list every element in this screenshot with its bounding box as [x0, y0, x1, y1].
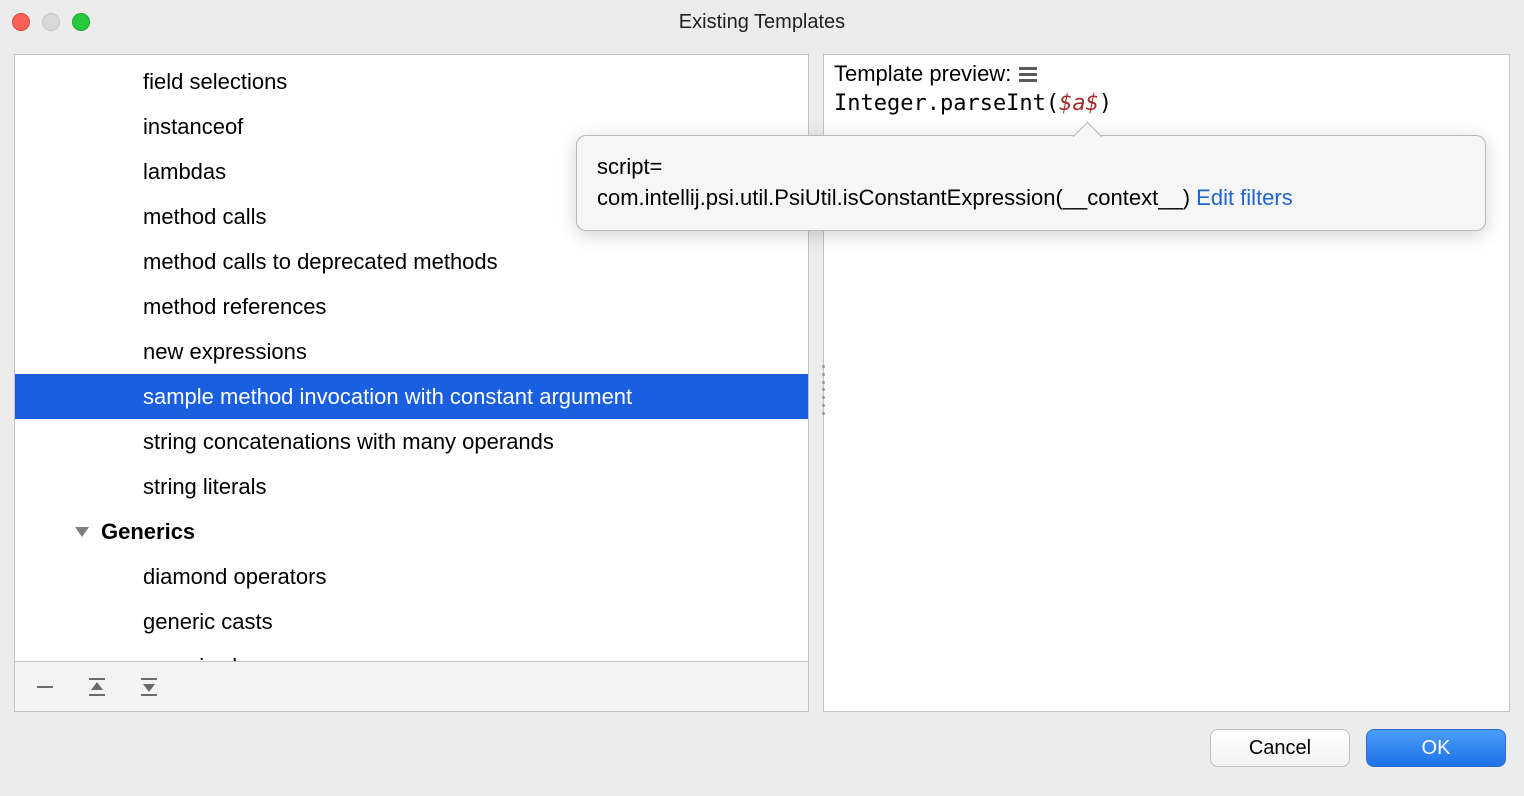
tree-toolbar [15, 661, 808, 711]
expand-all-icon[interactable] [83, 673, 111, 701]
tree-item[interactable]: generic casts [15, 599, 808, 644]
splitter-handle[interactable] [819, 365, 827, 415]
ok-button[interactable]: OK [1366, 729, 1506, 767]
chevron-down-icon [75, 527, 89, 537]
content-area: field selections instanceof lambdas meth… [0, 44, 1524, 712]
tooltip-line1: script= [597, 152, 1465, 183]
tree-item-selected[interactable]: sample method invocation with constant a… [15, 374, 808, 419]
window-title: Existing Templates [679, 11, 845, 34]
code-variable: $a$ [1059, 91, 1099, 116]
tree-item[interactable]: field selections [15, 59, 808, 104]
tree-item[interactable]: diamond operators [15, 554, 808, 599]
minimize-window-button[interactable] [42, 13, 60, 31]
code-suffix: ) [1099, 91, 1112, 116]
cancel-button[interactable]: Cancel [1210, 729, 1350, 767]
preview-label: Template preview: [834, 61, 1011, 87]
close-window-button[interactable] [12, 13, 30, 31]
tooltip-script-text: com.intellij.psi.util.PsiUtil.isConstant… [597, 185, 1190, 210]
preview-header: Template preview: [834, 61, 1499, 87]
filter-tooltip: script= com.intellij.psi.util.PsiUtil.is… [576, 135, 1486, 231]
edit-filters-link[interactable]: Edit filters [1196, 185, 1293, 210]
maximize-window-button[interactable] [72, 13, 90, 31]
preview-panel: Template preview: Integer.parseInt($a$) … [823, 54, 1510, 712]
remove-icon[interactable] [31, 673, 59, 701]
code-prefix: Integer.parseInt( [834, 91, 1059, 116]
tree-category-generics[interactable]: Generics [15, 509, 808, 554]
tree-category-label: Generics [101, 515, 195, 548]
hamburger-icon[interactable] [1019, 67, 1037, 82]
tree-item[interactable]: generic classes [15, 644, 808, 661]
window-controls [12, 13, 90, 31]
preview-code: Integer.parseInt($a$) [834, 91, 1499, 116]
tree-item[interactable]: new expressions [15, 329, 808, 374]
tree-item[interactable]: method references [15, 284, 808, 329]
tree-item[interactable]: string literals [15, 464, 808, 509]
titlebar: Existing Templates [0, 0, 1524, 44]
collapse-all-icon[interactable] [135, 673, 163, 701]
tooltip-line2: com.intellij.psi.util.PsiUtil.isConstant… [597, 183, 1465, 214]
tree-item[interactable]: method calls to deprecated methods [15, 239, 808, 284]
dialog-footer: Cancel OK [0, 712, 1524, 784]
tree-item[interactable]: string concatenations with many operands [15, 419, 808, 464]
